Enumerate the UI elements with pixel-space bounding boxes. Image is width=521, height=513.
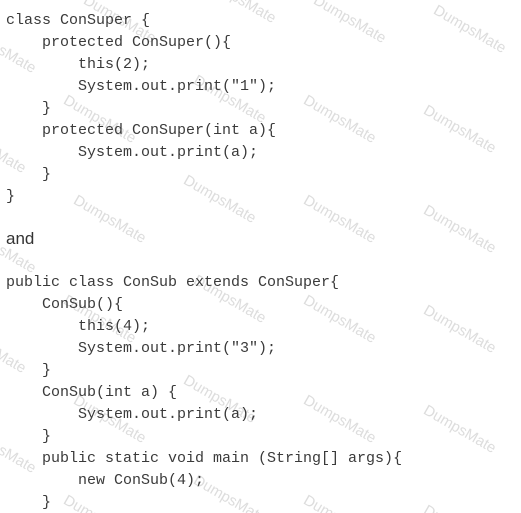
between-label: and [0,218,521,262]
code-block-consuper: class ConSuper { protected ConSuper(){ t… [0,0,521,218]
code-block-consub: public class ConSub extends ConSuper{ Co… [0,262,521,513]
